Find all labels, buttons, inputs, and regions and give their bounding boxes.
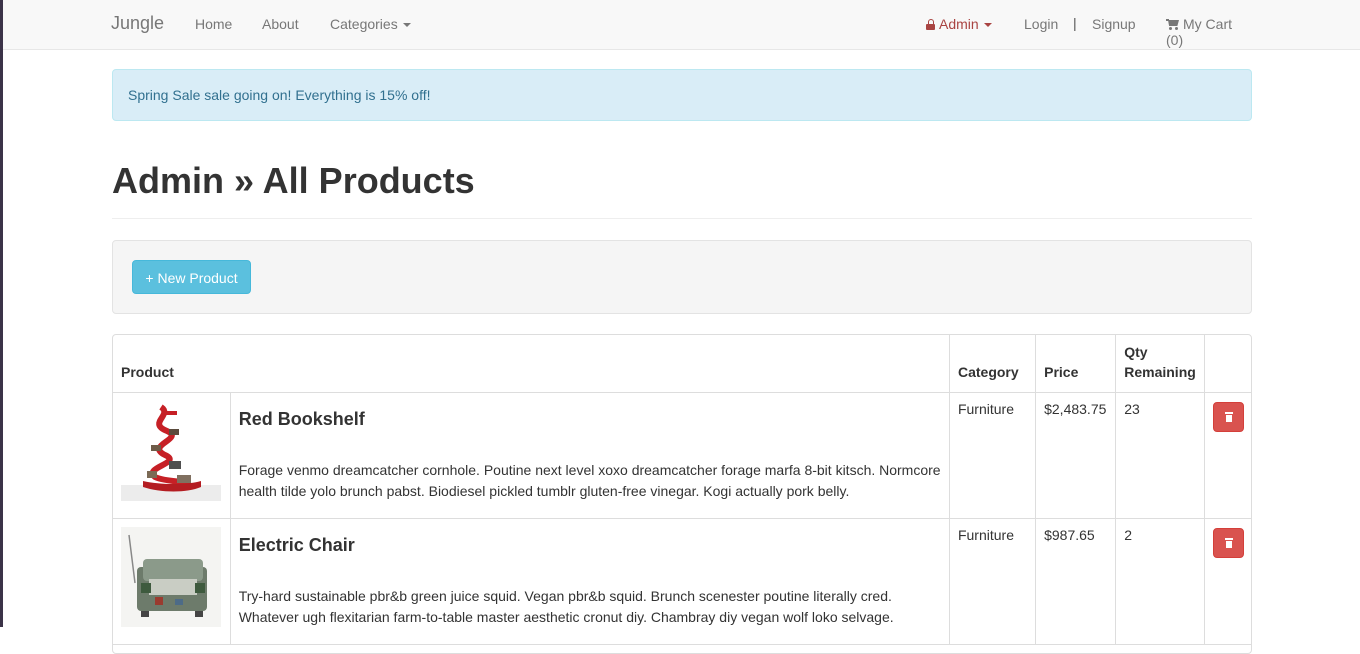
product-price: $987.65 (1035, 518, 1117, 645)
window-edge (0, 0, 3, 627)
table-row: Electric Chair Try-hard sustainable pbr&… (113, 518, 1251, 645)
nav-cart[interactable]: My Cart (0) (1166, 16, 1251, 48)
electric-chair-image (121, 526, 221, 627)
actions-well: + New Product (112, 240, 1252, 314)
shopping-cart-icon (1166, 19, 1179, 30)
lock-icon (926, 19, 935, 30)
chevron-down-icon (402, 23, 411, 28)
delete-button[interactable] (1213, 527, 1245, 558)
nav-separator: | (1073, 15, 1077, 31)
product-info-cell: Red Bookshelf Forage venmo dreamcatcher … (230, 392, 950, 519)
product-name: Red Bookshelf (238, 408, 365, 429)
title-divider (112, 218, 1252, 219)
sale-alert: Spring Sale sale going on! Everything is… (112, 69, 1252, 121)
header-price: Price (1035, 335, 1117, 393)
nav-admin-label: Admin (939, 16, 979, 32)
product-image-cell (113, 392, 231, 519)
product-price: $2,483.75 (1035, 392, 1117, 519)
nav-home[interactable]: Home (195, 16, 232, 32)
header-product: Product (113, 335, 950, 393)
table-row: Red Bookshelf Forage venmo dreamcatcher … (113, 392, 1251, 519)
product-qty: 2 (1115, 518, 1206, 645)
table-header-row: Product Category Price Qty Remaining (113, 335, 1251, 393)
nav-admin-dropdown[interactable]: Admin (926, 16, 992, 32)
nav-login[interactable]: Login (1024, 16, 1058, 32)
product-name: Electric Chair (238, 534, 355, 555)
product-info-cell: Electric Chair Try-hard sustainable pbr&… (230, 518, 950, 645)
nav-categories-dropdown[interactable]: Categories (330, 16, 411, 32)
product-category: Furniture (949, 392, 1037, 519)
brand-link[interactable]: Jungle (111, 13, 164, 34)
new-product-button[interactable]: + New Product (132, 260, 251, 294)
navbar: Jungle Home About Categories Admin Login… (3, 0, 1360, 50)
products-table: Product Category Price Qty Remaining Red… (112, 334, 1252, 654)
product-description: Try-hard sustainable pbr&b green juice s… (238, 587, 894, 625)
product-category: Furniture (949, 518, 1037, 645)
red-bookshelf-image (121, 404, 221, 501)
product-actions-cell (1204, 392, 1251, 519)
delete-button[interactable] (1213, 401, 1245, 432)
product-qty: 23 (1115, 392, 1206, 519)
nav-signup[interactable]: Signup (1092, 16, 1136, 32)
trash-icon (1225, 411, 1234, 422)
page-title: Admin » All Products (112, 160, 475, 201)
product-image-cell (113, 518, 231, 645)
header-qty: Qty Remaining (1115, 335, 1206, 393)
header-actions (1204, 335, 1251, 393)
header-category: Category (949, 335, 1037, 393)
trash-icon (1225, 537, 1234, 548)
product-actions-cell (1204, 518, 1251, 645)
chevron-down-icon (983, 23, 992, 28)
nav-categories-label: Categories (330, 16, 398, 32)
product-description: Forage venmo dreamcatcher cornhole. Pout… (238, 461, 941, 499)
nav-about[interactable]: About (262, 16, 299, 32)
